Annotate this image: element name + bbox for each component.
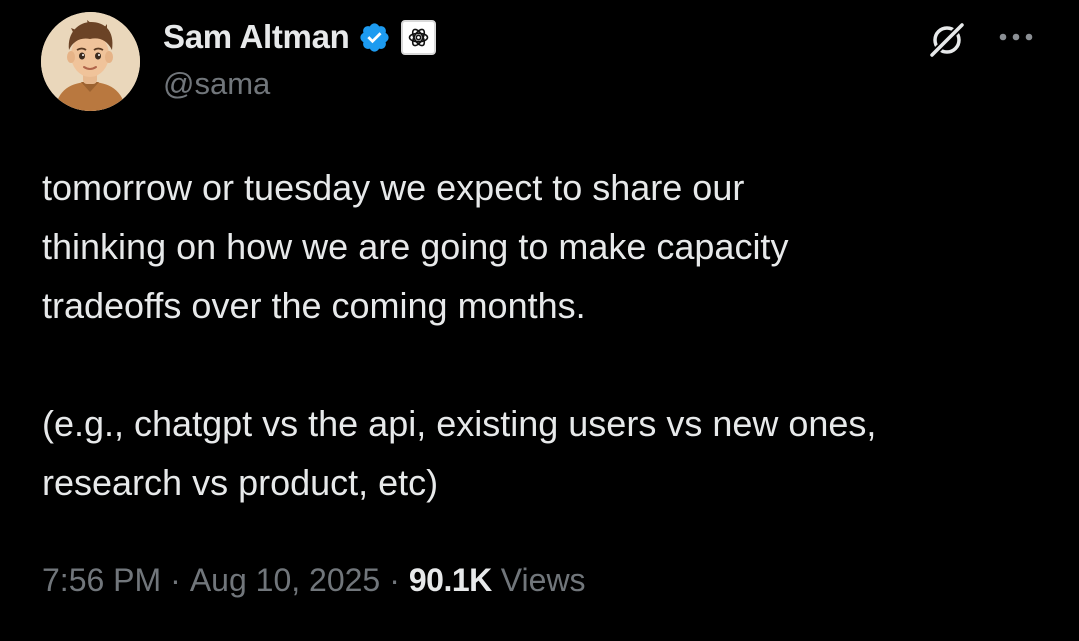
views-label: Views [500, 561, 586, 598]
author-handle[interactable]: @sama [163, 66, 270, 102]
author-display-name[interactable]: Sam Altman [163, 18, 350, 56]
tweet-meta: 7:56 PM · Aug 10, 2025 · 90.1K Views [42, 558, 586, 602]
more-horizontal-icon [999, 33, 1033, 41]
tweet-text-line: tomorrow or tuesday we expect to share o… [42, 167, 745, 208]
avatar[interactable] [41, 12, 140, 111]
tweet-time[interactable]: 7:56 PM [42, 562, 161, 599]
meta-separator: · [170, 561, 181, 598]
tweet: Sam Altman @sama tomorrow or tuesday we … [0, 0, 1079, 641]
avatar-illustration [41, 12, 140, 111]
grok-icon [927, 20, 967, 60]
tweet-date[interactable]: Aug 10, 2025 [190, 562, 380, 599]
author-name-row: Sam Altman [163, 14, 436, 60]
views-count[interactable]: 90.1K [409, 562, 492, 599]
tweet-text-line: (e.g., chatgpt vs the api, existing user… [42, 403, 877, 444]
verified-badge-icon[interactable] [358, 21, 391, 54]
tweet-text-line: research vs product, etc) [42, 462, 439, 503]
tweet-text-line: tradeoffs over the coming months. [42, 285, 586, 326]
meta-separator: · [389, 561, 400, 598]
openai-logo-icon[interactable] [400, 19, 436, 55]
tweet-text: tomorrow or tuesday we expect to share o… [42, 158, 1052, 512]
tweet-text-line: thinking on how we are going to make cap… [42, 226, 789, 267]
more-options-button[interactable] [994, 22, 1038, 52]
grok-button[interactable] [925, 18, 969, 62]
